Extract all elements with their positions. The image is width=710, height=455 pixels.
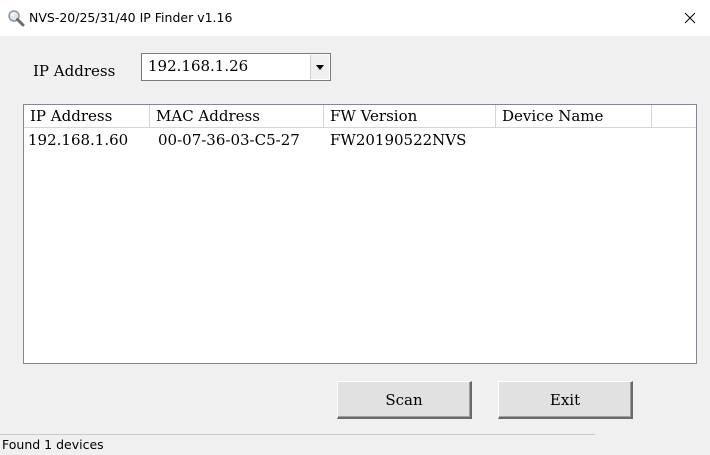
magnifier-icon [7, 9, 25, 27]
table-row[interactable]: 192.168.1.60 00-07-36-03-C5-27 FW2019052… [24, 129, 696, 151]
cell-mac: 00-07-36-03-C5-27 [158, 131, 300, 149]
cell-fw: FW20190522NVS [330, 131, 467, 149]
exit-button[interactable]: Exit [498, 381, 633, 419]
close-icon [684, 12, 696, 24]
close-button[interactable] [670, 0, 710, 36]
status-text: Found 1 devices [2, 437, 104, 452]
chevron-down-icon [316, 64, 324, 70]
ip-address-value: 192.168.1.26 [148, 57, 249, 75]
ip-address-label: IP Address [33, 62, 116, 80]
device-list-header: IP Address MAC Address FW Version Device… [24, 105, 696, 128]
title-bar: NVS-20/25/31/40 IP Finder v1.16 [0, 0, 710, 36]
dropdown-button[interactable] [310, 55, 329, 79]
ip-address-dropdown[interactable]: 192.168.1.26 [141, 53, 331, 81]
scan-button[interactable]: Scan [337, 381, 472, 419]
column-header-device-name[interactable]: Device Name [496, 105, 652, 127]
client-area: IP Address 192.168.1.26 IP Address MAC A… [0, 36, 710, 455]
window-title: NVS-20/25/31/40 IP Finder v1.16 [29, 10, 233, 25]
column-header-mac[interactable]: MAC Address [150, 105, 324, 127]
device-list[interactable]: IP Address MAC Address FW Version Device… [23, 104, 697, 364]
status-bar: Found 1 devices [0, 434, 595, 455]
column-header-ip[interactable]: IP Address [24, 105, 150, 127]
cell-ip: 192.168.1.60 [28, 131, 129, 149]
column-header-fw[interactable]: FW Version [324, 105, 496, 127]
